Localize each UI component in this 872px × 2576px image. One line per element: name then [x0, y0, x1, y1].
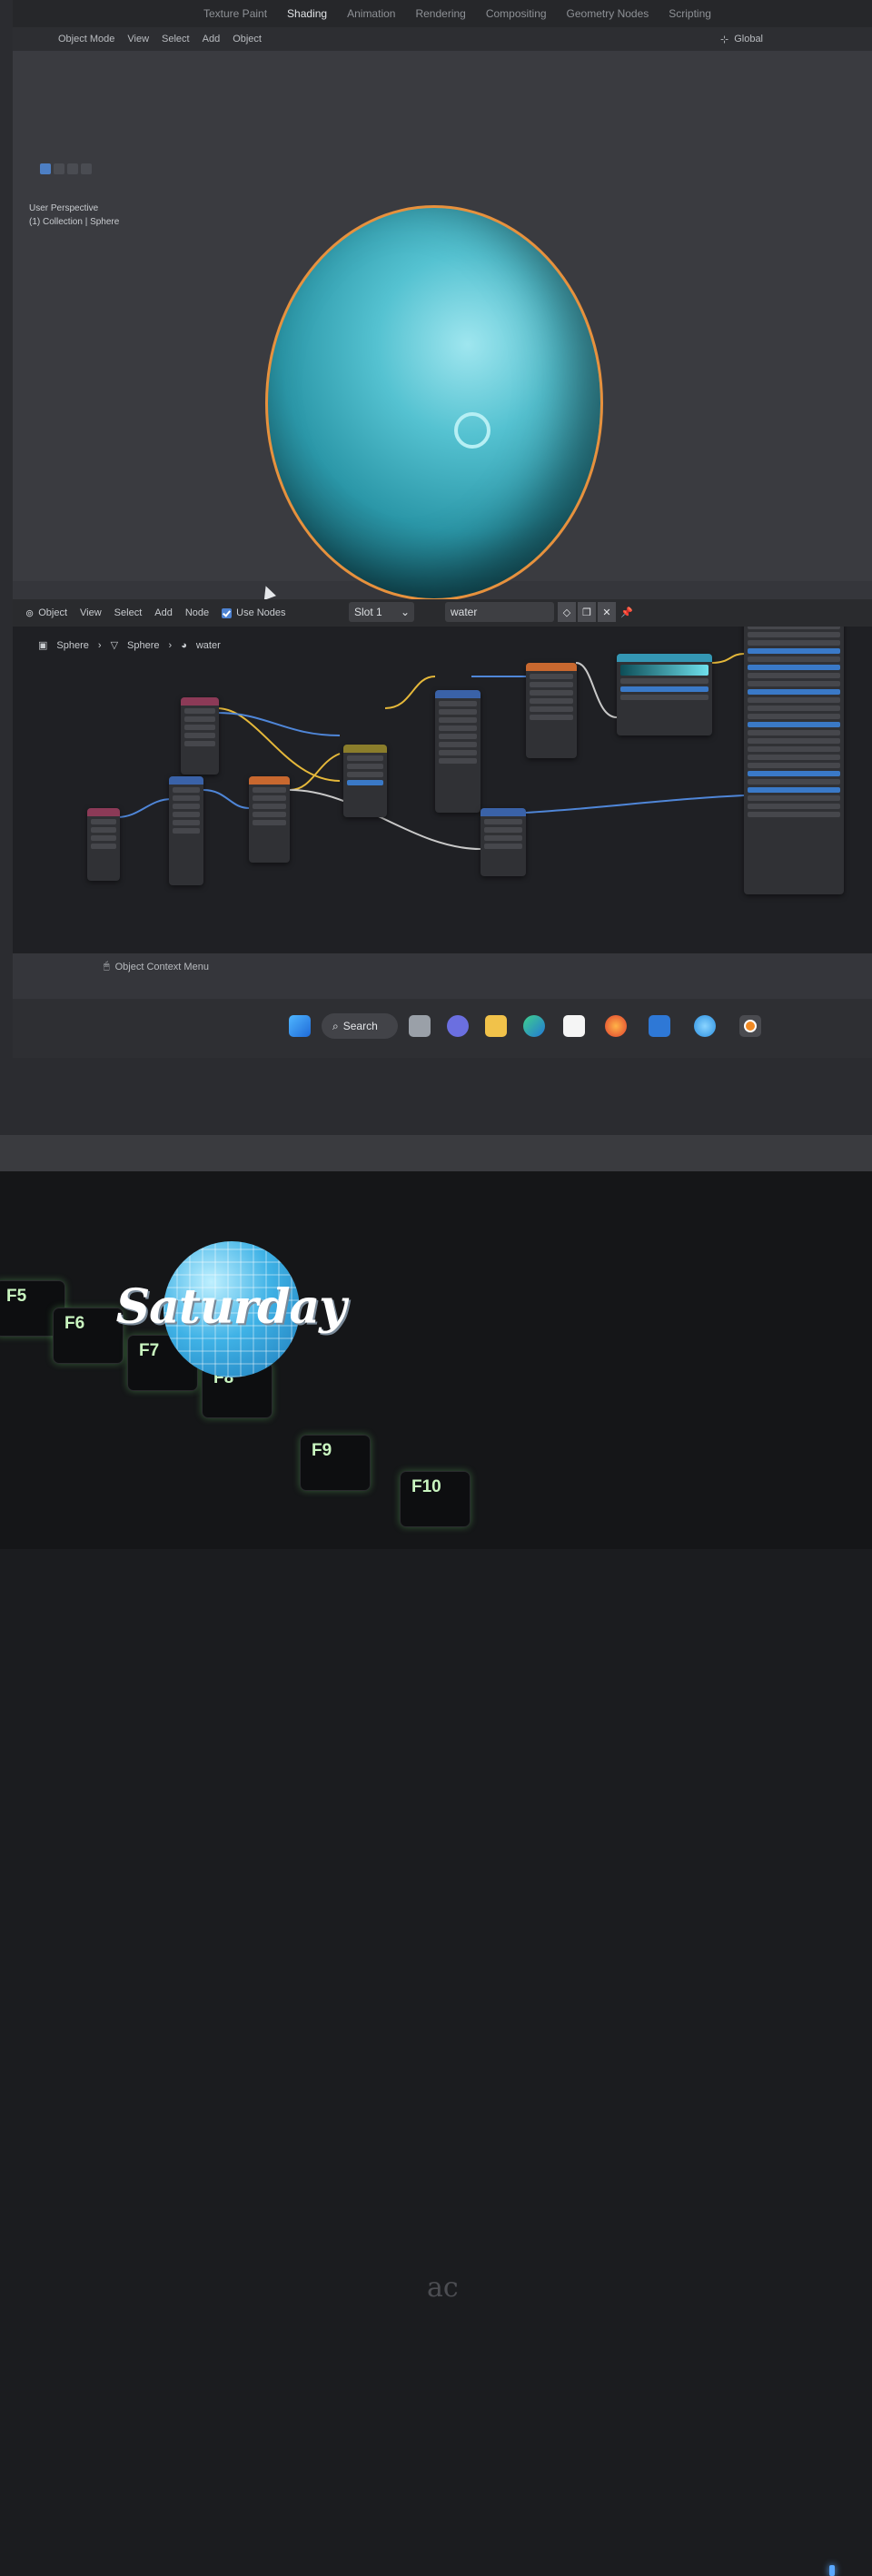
app-icon[interactable] [649, 1015, 670, 1037]
crater-detail [454, 412, 490, 449]
tab-rendering[interactable]: Rendering [415, 7, 465, 20]
editor-type-dropdown[interactable]: ⊚ Object [25, 607, 67, 619]
windows-taskbar: ⌕ Search [13, 999, 872, 1058]
shader-type-label: Object [38, 607, 68, 618]
menu-add[interactable]: Add [154, 607, 173, 618]
use-nodes-toggle[interactable]: Use Nodes [222, 607, 286, 618]
mode-dropdown[interactable]: Object Mode [58, 34, 114, 44]
slot-dropdown[interactable]: Slot 1 ⌄ [349, 602, 414, 622]
node-editor-canvas[interactable] [13, 613, 872, 953]
orientation-label: Global [734, 34, 763, 44]
select-new-icon[interactable] [40, 163, 51, 174]
slot-label: Slot 1 [354, 606, 382, 618]
orientation-dropdown[interactable]: ⊹ Global [720, 34, 763, 45]
select-subtract-icon[interactable] [67, 163, 78, 174]
menu-add[interactable]: Add [203, 34, 221, 44]
store-icon[interactable] [563, 1015, 585, 1037]
menu-select[interactable]: Select [114, 607, 143, 618]
task-view-icon[interactable] [409, 1015, 431, 1037]
select-invert-icon[interactable] [81, 163, 92, 174]
sticker-text: Saturday [115, 1279, 347, 1335]
laptop-logo: ac [427, 2272, 459, 2304]
key-f10[interactable]: F10 [400, 1471, 471, 1527]
file-explorer-icon[interactable] [485, 1015, 507, 1037]
search-label: Search [342, 1020, 378, 1032]
pin-icon[interactable]: 📌 [618, 602, 636, 622]
power-led [829, 2565, 835, 2576]
material-buttons: ◇ ❐ ✕ 📌 [558, 602, 636, 622]
tab-texture-paint[interactable]: Texture Paint [203, 7, 267, 20]
node-mapping[interactable] [435, 690, 481, 813]
tab-geometry-nodes[interactable]: Geometry Nodes [567, 7, 649, 20]
breadcrumb-sep: › [97, 639, 102, 651]
object-icon: ▣ [38, 640, 48, 651]
node-texture-coordinate-2[interactable] [87, 808, 120, 881]
select-extend-icon[interactable] [54, 163, 64, 174]
material-name-field[interactable]: water [445, 602, 554, 622]
workspace-tabs: Texture Paint Shading Animation Renderin… [13, 0, 872, 27]
menu-select[interactable]: Select [162, 34, 190, 44]
breadcrumb-mesh: Sphere [127, 639, 160, 651]
menu-object[interactable]: Object [233, 34, 262, 44]
monitor: Texture Paint Shading Animation Renderin… [0, 0, 872, 1135]
node-color-ramp[interactable] [617, 654, 712, 735]
close-icon[interactable]: ✕ [598, 602, 616, 622]
select-mode-buttons [40, 163, 92, 174]
node-texture-coordinate[interactable] [181, 697, 219, 775]
viewport-info: User Perspective (1) Collection | Sphere [29, 202, 119, 229]
blender-window: Texture Paint Shading Animation Renderin… [13, 0, 872, 1058]
status-bar: 🖱 Object Context Menu [104, 961, 209, 972]
edge-icon[interactable] [523, 1015, 545, 1037]
breadcrumb-material: water [195, 639, 221, 651]
tab-shading[interactable]: Shading [287, 7, 327, 20]
breadcrumb-sep: › [168, 639, 173, 651]
viewport-header: Object Mode View Select Add Object ⊹ Glo… [13, 27, 872, 51]
orientation-icon: ⊹ [719, 34, 729, 45]
material-icon: ◕ [181, 639, 187, 651]
tab-scripting[interactable]: Scripting [669, 7, 711, 20]
node-editor-header: ⊚ Object View Select Add Node Use Nodes [13, 599, 872, 627]
firefox-icon[interactable] [605, 1015, 627, 1037]
menu-view[interactable]: View [80, 607, 102, 618]
node-editor-icon: ⊚ [25, 607, 35, 619]
node-principled-bsdf[interactable] [744, 613, 844, 894]
sphere-object[interactable] [265, 205, 603, 601]
node-noise-texture-2[interactable] [249, 776, 290, 863]
use-nodes-label: Use Nodes [236, 607, 286, 618]
status-text: Object Context Menu [114, 961, 209, 972]
material-name: water [451, 606, 478, 618]
node-mix[interactable] [343, 745, 387, 817]
tab-compositing[interactable]: Compositing [486, 7, 547, 20]
collection-info: (1) Collection | Sphere [29, 217, 120, 227]
laptop-hinge: ac [0, 1135, 872, 2304]
node-mapping-2[interactable] [169, 776, 203, 885]
menu-node[interactable]: Node [185, 607, 209, 618]
duplicate-icon[interactable]: ❐ [578, 602, 596, 622]
taskbar-search[interactable]: ⌕ Search [322, 1013, 398, 1039]
search-icon: ⌕ [332, 1019, 339, 1032]
tab-animation[interactable]: Animation [347, 7, 395, 20]
browser-icon[interactable] [694, 1015, 716, 1037]
meet-icon[interactable] [447, 1015, 469, 1037]
breadcrumb-object: Sphere [56, 639, 89, 651]
fake-user-icon[interactable]: ◇ [558, 602, 576, 622]
mouse-icon: 🖱 [104, 961, 110, 972]
key-f9[interactable]: F9 [300, 1435, 371, 1491]
node-bump[interactable] [481, 808, 526, 876]
saturday-sticker: Saturday [94, 1241, 367, 1377]
blender-icon[interactable] [739, 1015, 761, 1037]
menu-view[interactable]: View [127, 34, 149, 44]
chevron-down-icon: ⌄ [400, 606, 410, 618]
windows-start-icon[interactable] [289, 1015, 311, 1037]
mouse-cursor-icon [260, 584, 276, 600]
3d-viewport[interactable] [13, 51, 872, 601]
mesh-icon: ▽ [110, 640, 119, 651]
node-noise-texture[interactable] [526, 663, 577, 758]
checkbox-icon [222, 607, 233, 618]
view-name: User Perspective [29, 203, 99, 213]
breadcrumb: ▣ Sphere › ▽ Sphere › ◕ water [38, 639, 221, 652]
